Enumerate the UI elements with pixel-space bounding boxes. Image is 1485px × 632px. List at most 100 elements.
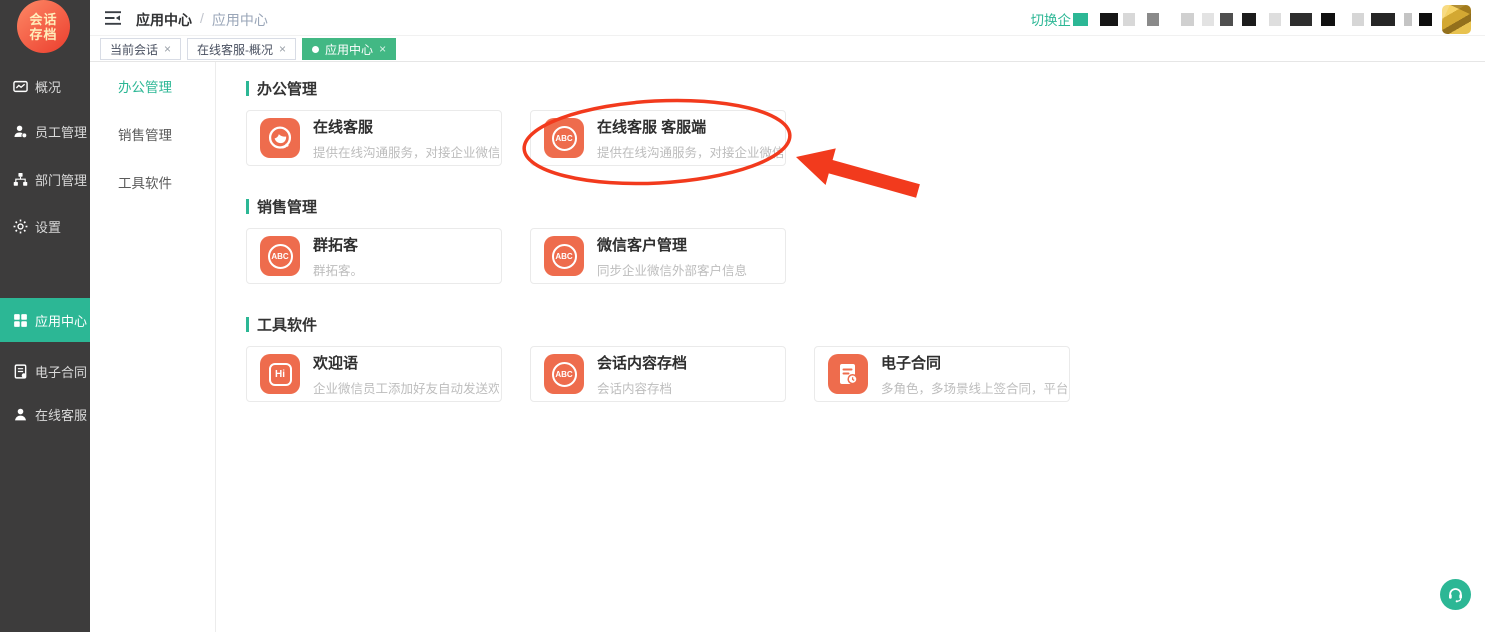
app-description: 会话内容存档 bbox=[597, 378, 687, 397]
app-name: 在线客服 bbox=[313, 116, 499, 137]
section-title-bar bbox=[246, 199, 249, 214]
sidebar-item-label: 员工管理 bbox=[35, 122, 87, 141]
redacted-block bbox=[1202, 13, 1214, 26]
app-name: 微信客户管理 bbox=[597, 234, 747, 255]
gear-icon bbox=[13, 219, 28, 234]
menu-collapse-icon[interactable] bbox=[104, 10, 122, 26]
redacted-block bbox=[1220, 13, 1233, 26]
app-meta: 欢迎语企业微信员工添加好友自动发送欢... bbox=[313, 352, 499, 397]
brand-logo-line1: 会话 bbox=[29, 12, 57, 27]
card-row: 在线客服提供在线沟通服务，对接企业微信... ABC 在线客服 客服端提供在线沟通服… bbox=[246, 110, 1485, 166]
breadcrumb-parent[interactable]: 应用中心 bbox=[136, 10, 192, 30]
abc-circle-icon: ABC bbox=[552, 362, 577, 387]
section-3: 工具软件 Hi 欢迎语企业微信员工添加好友自动发送欢... ABC 会话内容存档会话内容… bbox=[246, 314, 1485, 402]
sidebar-item-e-contract[interactable]: 电子合同 bbox=[0, 349, 90, 393]
headset-icon bbox=[1446, 585, 1465, 604]
sidebar-item-label: 在线客服 bbox=[35, 405, 87, 424]
redacted-block bbox=[1371, 13, 1395, 26]
sidebar-item-department-mgmt[interactable]: 部门管理 bbox=[0, 157, 90, 201]
switch-company-link[interactable]: 切换企 bbox=[1031, 9, 1072, 29]
app-card-2-1[interactable]: ABC 群拓客群拓客。 bbox=[246, 228, 502, 284]
app-tile: ABC bbox=[544, 118, 584, 158]
section-title: 工具软件 bbox=[246, 314, 1485, 334]
app-name: 群拓客 bbox=[313, 234, 363, 255]
section-1: 办公管理在线客服提供在线沟通服务，对接企业微信... ABC 在线客服 客服端提供在… bbox=[246, 78, 1485, 166]
category-item-1[interactable]: 办公管理 bbox=[90, 64, 215, 112]
app-card-1-1[interactable]: 在线客服提供在线沟通服务，对接企业微信... bbox=[246, 110, 502, 166]
sidebar-item-label: 应用中心 bbox=[35, 311, 87, 330]
org-tree-icon bbox=[13, 172, 28, 187]
breadcrumb: 应用中心 / 应用中心 bbox=[136, 10, 268, 30]
app-description: 群拓客。 bbox=[313, 260, 363, 279]
app-card-1-2[interactable]: ABC 在线客服 客服端提供在线沟通服务，对接企业微信... bbox=[530, 110, 786, 166]
abc-circle-icon: ABC bbox=[268, 244, 293, 269]
app-grid-icon bbox=[13, 313, 28, 328]
sidebar-item-online-service[interactable]: 在线客服 bbox=[0, 392, 90, 436]
app-meta: 会话内容存档会话内容存档 bbox=[597, 352, 687, 397]
sidebar-item-app-center[interactable]: 应用中心 bbox=[0, 298, 90, 342]
redacted-block bbox=[1100, 13, 1118, 26]
redacted-block bbox=[1181, 13, 1194, 26]
tab-3[interactable]: 应用中心× bbox=[302, 38, 396, 60]
hi-square-icon: Hi bbox=[269, 363, 292, 386]
app-card-3-2[interactable]: ABC 会话内容存档会话内容存档 bbox=[530, 346, 786, 402]
app-name: 电子合同 bbox=[881, 352, 1067, 373]
section-2: 销售管理ABC群拓客群拓客。ABC微信客户管理同步企业微信外部客户信息 bbox=[246, 196, 1485, 284]
chart-monitor-icon bbox=[13, 79, 28, 94]
app-tile: ABC bbox=[544, 236, 584, 276]
sidebar-item-overview[interactable]: 概况 bbox=[0, 64, 90, 108]
app-card-2-2[interactable]: ABC微信客户管理同步企业微信外部客户信息 bbox=[530, 228, 786, 284]
sidebar-item-label: 设置 bbox=[35, 217, 61, 236]
app-tile bbox=[828, 354, 868, 394]
app-description: 企业微信员工添加好友自动发送欢... bbox=[313, 378, 499, 397]
sidebar-item-employee-mgmt[interactable]: 员工管理 bbox=[0, 109, 90, 153]
tab-close-icon[interactable]: × bbox=[279, 43, 286, 55]
tab-close-icon[interactable]: × bbox=[379, 43, 386, 55]
breadcrumb-current: 应用中心 bbox=[212, 10, 268, 30]
app-tile: ABC bbox=[544, 354, 584, 394]
app-tile bbox=[260, 118, 300, 158]
category-label: 办公管理 bbox=[118, 80, 172, 95]
card-row: Hi 欢迎语企业微信员工添加好友自动发送欢... ABC 会话内容存档会话内容存档 电子… bbox=[246, 346, 1485, 402]
avatar[interactable] bbox=[1442, 5, 1471, 34]
app-card-3-3[interactable]: 电子合同多角色，多场景线上签合同，平台... bbox=[814, 346, 1070, 402]
sidebar-item-settings[interactable]: 设置 bbox=[0, 204, 90, 248]
main-sidebar: 会话 存档 概况员工管理部门管理设置应用中心电子合同在线客服 bbox=[0, 0, 90, 632]
category-item-2[interactable]: 销售管理 bbox=[90, 112, 215, 160]
tab-label: 在线客服-概况 bbox=[197, 41, 273, 58]
app-card-3-1[interactable]: Hi 欢迎语企业微信员工添加好友自动发送欢... bbox=[246, 346, 502, 402]
redacted-block bbox=[1242, 13, 1256, 26]
category-label: 工具软件 bbox=[118, 176, 172, 191]
section-title: 销售管理 bbox=[246, 196, 1485, 216]
app-name: 会话内容存档 bbox=[597, 352, 687, 373]
active-tab-dot-icon bbox=[312, 46, 319, 53]
section-title-text: 工具软件 bbox=[257, 314, 317, 335]
tab-bar: 当前会话×在线客服-概况×应用中心× bbox=[90, 37, 1485, 62]
app-tile: ABC bbox=[260, 236, 300, 276]
redacted-block bbox=[1147, 13, 1159, 26]
section-title-text: 办公管理 bbox=[257, 78, 317, 99]
tab-2[interactable]: 在线客服-概况 × bbox=[187, 38, 296, 60]
tab-label: 当前会话 bbox=[110, 41, 158, 58]
sidebar-item-label: 概况 bbox=[35, 77, 61, 96]
app-name: 在线客服 客服端 bbox=[597, 116, 783, 137]
category-item-3[interactable]: 工具软件 bbox=[90, 160, 215, 208]
contract-clock-icon bbox=[835, 361, 861, 387]
app-description: 提供在线沟通服务，对接企业微信... bbox=[313, 142, 499, 161]
contract-doc-icon bbox=[13, 364, 28, 379]
brand-logo: 会话 存档 bbox=[17, 0, 70, 53]
tab-1[interactable]: 当前会话 × bbox=[100, 38, 181, 60]
redacted-text-blocks bbox=[1071, 13, 1432, 26]
redacted-block bbox=[1404, 13, 1412, 26]
customer-service-fab[interactable] bbox=[1440, 579, 1471, 610]
tab-close-icon[interactable]: × bbox=[164, 43, 171, 55]
breadcrumb-separator: / bbox=[200, 10, 204, 30]
service-person-icon bbox=[13, 407, 28, 422]
section-title-text: 销售管理 bbox=[257, 196, 317, 217]
app-meta: 在线客服 客服端提供在线沟通服务，对接企业微信... bbox=[597, 116, 783, 161]
sidebar-item-label: 部门管理 bbox=[35, 170, 87, 189]
category-label: 销售管理 bbox=[118, 128, 172, 143]
redacted-block bbox=[1290, 13, 1312, 26]
brand-logo-line2: 存档 bbox=[29, 27, 57, 42]
redacted-block bbox=[1269, 13, 1281, 26]
